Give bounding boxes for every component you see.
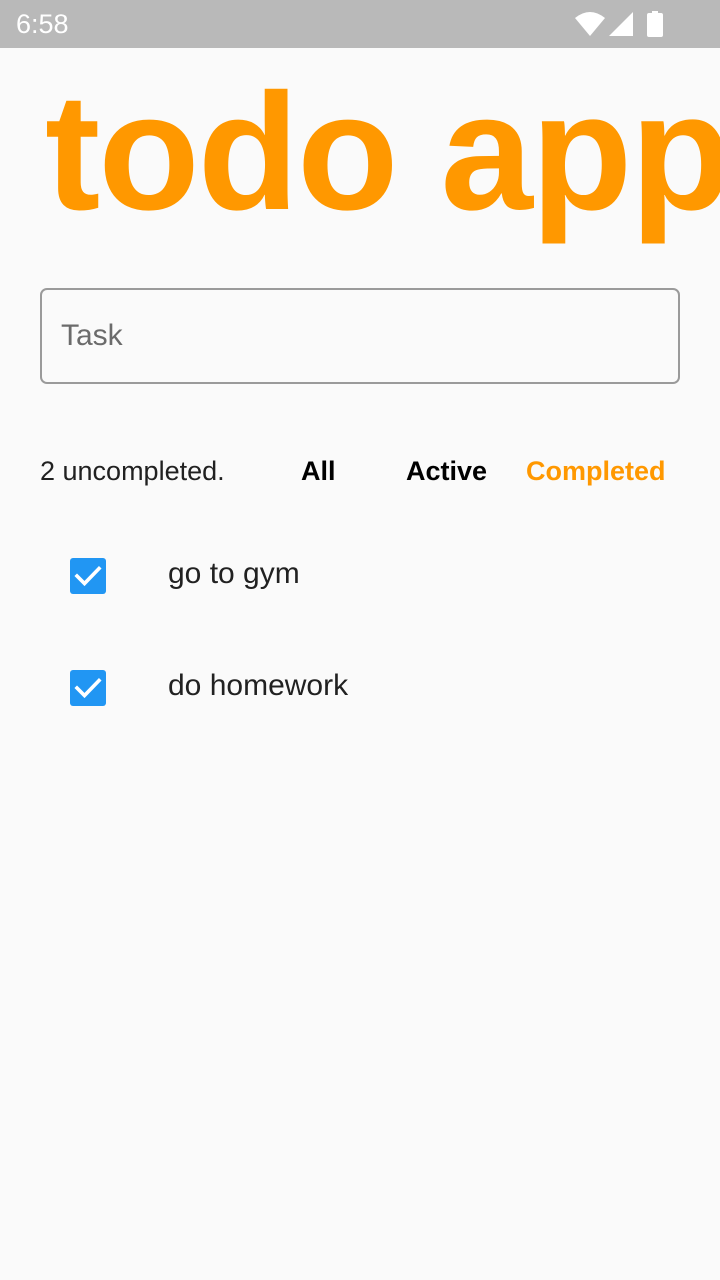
todo-item: do homework bbox=[0, 632, 720, 744]
todo-item: go to gym bbox=[0, 520, 720, 632]
battery-icon bbox=[647, 11, 663, 37]
todo-label: do homework bbox=[168, 669, 349, 702]
filter-all-button[interactable]: All bbox=[301, 456, 336, 487]
todo-checkbox[interactable] bbox=[70, 558, 106, 594]
app-title: todo app bbox=[45, 60, 720, 245]
signal-icon bbox=[609, 12, 633, 36]
todo-list: go to gym do homework bbox=[0, 520, 720, 744]
todo-checkbox[interactable] bbox=[70, 670, 106, 706]
status-icons bbox=[560, 0, 720, 48]
status-bar: 6:58 bbox=[0, 0, 720, 48]
filter-bar: 2 uncompleted. All Active Completed bbox=[0, 448, 720, 498]
uncompleted-count: 2 uncompleted. bbox=[40, 456, 225, 486]
task-input[interactable] bbox=[40, 288, 680, 384]
status-time: 6:58 bbox=[16, 9, 69, 39]
filter-active-button[interactable]: Active bbox=[406, 456, 487, 487]
todo-label: go to gym bbox=[168, 557, 300, 590]
filter-completed-button[interactable]: Completed bbox=[526, 456, 666, 487]
wifi-icon bbox=[575, 12, 605, 36]
